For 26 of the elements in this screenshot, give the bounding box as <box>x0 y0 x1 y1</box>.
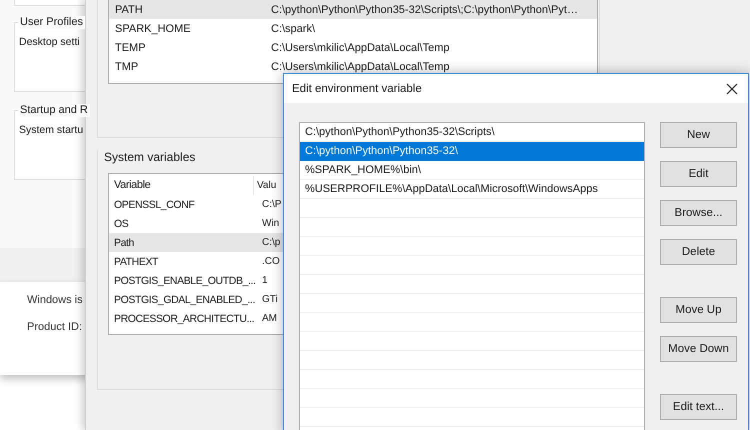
group-text: System startu <box>19 124 84 136</box>
variable-row[interactable]: SPARK_HOME C:\spark\ <box>109 19 597 38</box>
dialog-button[interactable]: Browse... <box>660 200 737 226</box>
dialog-button[interactable]: Move Up <box>660 297 737 323</box>
column-header[interactable]: Valu <box>254 176 276 195</box>
info-label: Windows is <box>27 293 83 307</box>
variable-row[interactable]: TMP C:\Users\mkilic\AppData\Local\Temp <box>109 57 597 76</box>
info-label: Product ID: <box>27 320 82 334</box>
column-header[interactable]: Variable <box>109 176 254 195</box>
dialog-button[interactable]: New <box>660 122 737 148</box>
dialog-button[interactable]: Delete <box>660 239 737 265</box>
path-entry[interactable]: C:\python\Python\Python35-32\ <box>300 142 644 161</box>
path-entry[interactable]: %SPARK_HOME%\bin\ <box>300 161 644 180</box>
group-title: Startup and R <box>18 104 90 117</box>
close-icon[interactable] <box>726 82 738 94</box>
dialog-button[interactable]: Edit text... <box>660 394 737 420</box>
group-title: User Profiles <box>18 16 85 29</box>
group-title: System variables <box>104 150 196 164</box>
window-title: Edit environment variable <box>292 82 422 94</box>
variable-row[interactable]: TEMP C:\Users\mkilic\AppData\Local\Temp <box>109 38 597 57</box>
dialog-button[interactable]: Edit <box>660 161 737 187</box>
path-entry[interactable]: C:\python\Python\Python35-32\Scripts\ <box>300 123 644 142</box>
variable-row[interactable]: PATH C:\python\Python\Python35-32\Scripts\;C:\python\Python\Pyt… <box>109 0 597 19</box>
group-text: Desktop setti <box>19 36 80 48</box>
path-entry[interactable]: %USERPROFILE%\AppData\Local\Microsoft\WindowsApps <box>300 180 644 199</box>
dialog-button[interactable]: Move Down <box>660 336 737 362</box>
